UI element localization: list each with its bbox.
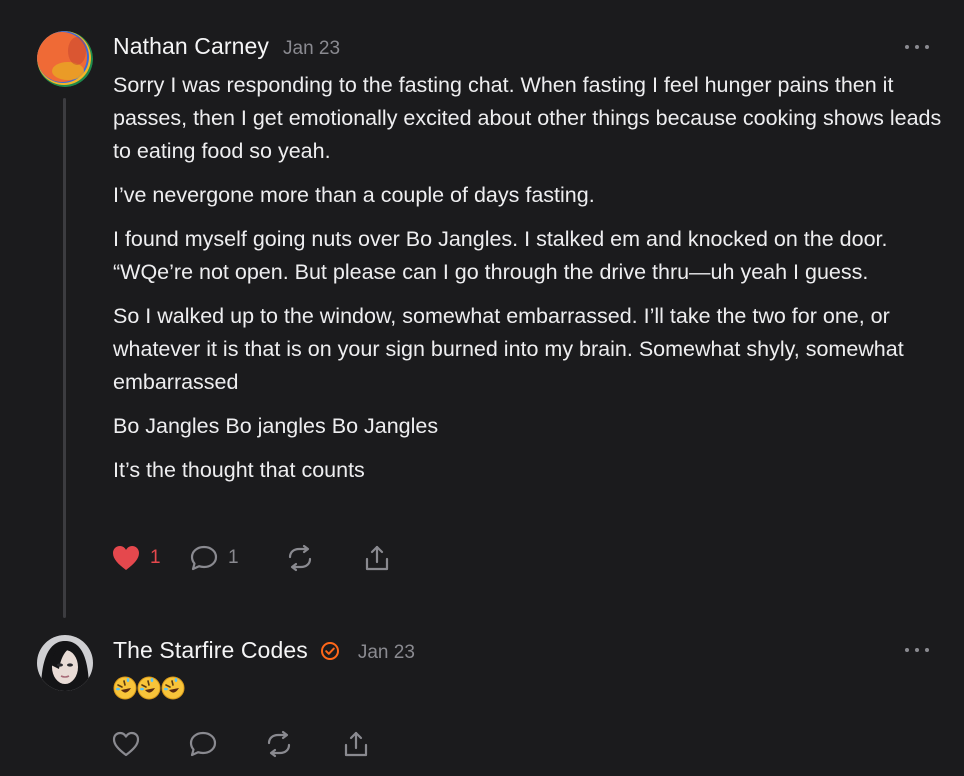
comment-body — [113, 672, 943, 700]
avatar[interactable] — [37, 635, 93, 691]
comment: Nathan Carney Jan 23 Sorry I was respond… — [0, 0, 964, 618]
restack-button[interactable] — [264, 730, 341, 758]
emoji-row — [113, 672, 943, 700]
comment-paragraph: So I walked up to the window, somewhat e… — [113, 304, 904, 394]
author-name[interactable]: Nathan Carney — [113, 33, 269, 60]
comment-paragraph: Sorry I was responding to the fasting ch… — [113, 73, 942, 163]
comment-date[interactable]: Jan 23 — [283, 38, 340, 60]
author-name[interactable]: The Starfire Codes — [113, 637, 308, 664]
comment-date[interactable]: Jan 23 — [358, 642, 415, 664]
comment-paragraph: Bo Jangles Bo jangles Bo Jangles — [113, 414, 439, 438]
share-button[interactable] — [362, 544, 392, 572]
heart-icon — [112, 731, 140, 757]
comment-bubble-icon — [189, 731, 217, 757]
comment-header: Nathan Carney Jan 23 — [113, 33, 340, 60]
more-dots-icon[interactable] — [905, 645, 929, 655]
comment-paragraph: I found myself going nuts over Bo Jangle… — [113, 227, 888, 284]
restack-icon — [267, 730, 291, 758]
rofl-emoji-icon — [113, 676, 137, 700]
like-button[interactable]: 1 — [111, 544, 189, 572]
comment-header: The Starfire Codes Jan 23 — [113, 637, 415, 664]
comment-bubble-icon — [190, 545, 218, 571]
restack-button[interactable] — [285, 544, 362, 572]
comment-actions: 1 1 — [111, 543, 392, 573]
reply-button[interactable] — [188, 730, 264, 758]
thread-line — [63, 98, 66, 618]
comment-actions — [111, 729, 371, 759]
like-button[interactable] — [111, 730, 188, 758]
share-icon — [365, 545, 389, 571]
comment-paragraph: I’ve nevergone more than a couple of day… — [113, 183, 595, 207]
avatar-image — [37, 31, 93, 87]
restack-icon — [288, 544, 312, 572]
like-count: 1 — [150, 547, 161, 568]
share-button[interactable] — [341, 730, 371, 758]
verified-badge-icon — [320, 642, 339, 660]
rofl-emoji-icon — [161, 676, 185, 700]
comment-thread: Nathan Carney Jan 23 Sorry I was respond… — [0, 0, 964, 776]
avatar[interactable] — [37, 31, 93, 87]
rofl-emoji-icon — [137, 676, 161, 700]
reply-button[interactable]: 1 — [189, 544, 285, 572]
avatar-image — [37, 635, 93, 691]
comment: The Starfire Codes Jan 23 — [0, 618, 964, 776]
reply-count: 1 — [228, 547, 239, 568]
more-dots-icon[interactable] — [905, 42, 929, 52]
comment-body: Sorry I was responding to the fasting ch… — [113, 69, 943, 498]
heart-icon — [113, 546, 139, 570]
comment-paragraph: It’s the thought that counts — [113, 458, 365, 482]
share-icon — [344, 731, 368, 757]
